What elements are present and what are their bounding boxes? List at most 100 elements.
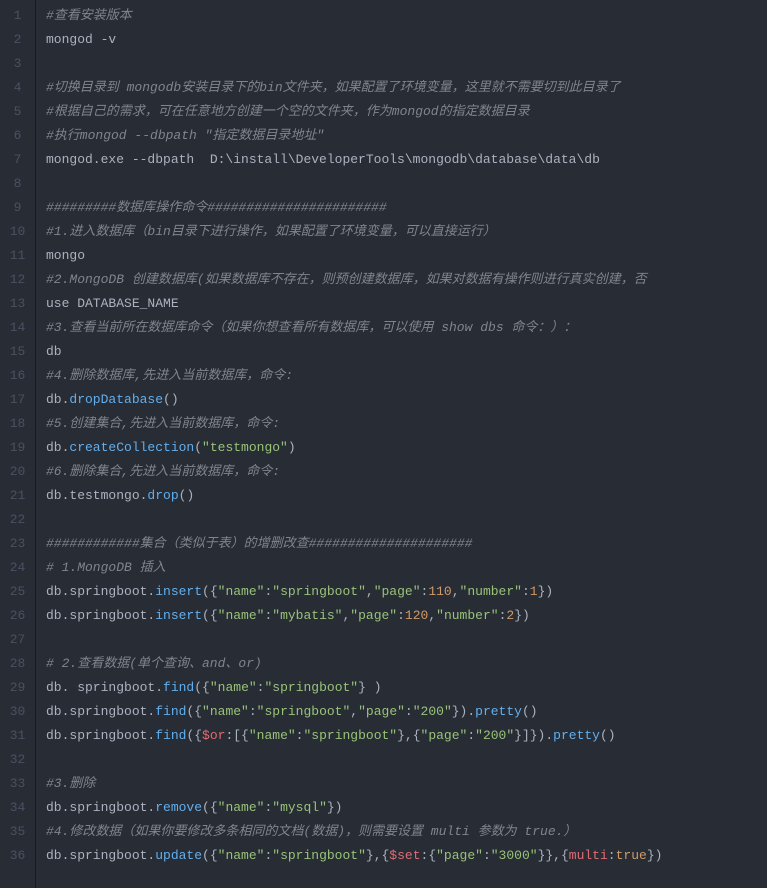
code-line[interactable] <box>46 52 767 76</box>
token-string: "200" <box>413 704 452 719</box>
token-func: dropDatabase <box>69 392 163 407</box>
token-comment: # 2.查看数据(单个查询、and、or) <box>46 656 262 671</box>
token-plain: () <box>163 392 179 407</box>
code-line[interactable]: mongo <box>46 244 767 268</box>
token-plain: : <box>522 584 530 599</box>
token-var: $set <box>389 848 420 863</box>
token-plain: ({ <box>202 608 218 623</box>
token-string: "page" <box>436 848 483 863</box>
code-line[interactable]: # 1.MongoDB 插入 <box>46 556 767 580</box>
token-string: "page" <box>421 728 468 743</box>
line-number: 3 <box>0 52 35 76</box>
code-line[interactable]: #6.删除集合,先进入当前数据库，命令: <box>46 460 767 484</box>
code-line[interactable]: #切换目录到 mongodb安装目录下的bin文件夹，如果配置了环境变量，这里就… <box>46 76 767 100</box>
token-plain: , <box>350 704 358 719</box>
token-string: "name" <box>249 728 296 743</box>
code-line[interactable]: use DATABASE_NAME <box>46 292 767 316</box>
token-func: remove <box>155 800 202 815</box>
line-number: 12 <box>0 268 35 292</box>
token-plain: }). <box>452 704 475 719</box>
token-string: "page" <box>350 608 397 623</box>
code-line[interactable]: db.springboot.remove({"name":"mysql"}) <box>46 796 767 820</box>
token-plain: mongo <box>46 248 85 263</box>
line-number: 31 <box>0 724 35 748</box>
line-number: 23 <box>0 532 35 556</box>
token-comment: #切换目录到 mongodb安装目录下的bin文件夹，如果配置了环境变量，这里就… <box>46 80 621 95</box>
token-plain: : <box>397 608 405 623</box>
line-number: 20 <box>0 460 35 484</box>
line-number: 35 <box>0 820 35 844</box>
token-comment: #########数据库操作命令####################### <box>46 200 387 215</box>
token-plain: :[{ <box>225 728 248 743</box>
token-string: "200" <box>475 728 514 743</box>
token-func: createCollection <box>69 440 194 455</box>
token-string: "name" <box>218 584 265 599</box>
token-plain: db.springboot. <box>46 728 155 743</box>
line-number: 27 <box>0 628 35 652</box>
token-comment: #查看安装版本 <box>46 8 132 23</box>
token-bool: true <box>616 848 647 863</box>
code-line[interactable]: #执行mongod --dbpath "指定数据目录地址" <box>46 124 767 148</box>
code-content[interactable]: #查看安装版本 mongod -v #切换目录到 mongodb安装目录下的bin文… <box>36 0 767 888</box>
token-plain: : <box>405 704 413 719</box>
code-line[interactable] <box>46 508 767 532</box>
code-line[interactable]: mongod.exe --dbpath D:\install\Developer… <box>46 148 767 172</box>
code-line[interactable]: #4.删除数据库,先进入当前数据库，命令: <box>46 364 767 388</box>
code-line[interactable] <box>46 748 767 772</box>
code-line[interactable]: #2.MongoDB 创建数据库(如果数据库不存在，则预创建数据库，如果对数据有… <box>46 268 767 292</box>
token-string: "springboot" <box>272 584 366 599</box>
line-number: 14 <box>0 316 35 340</box>
token-comment: #3.查看当前所在数据库命令（如果你想查看所有数据库，可以使用 show dbs… <box>46 320 576 335</box>
code-line[interactable]: #1.进入数据库（bin目录下进行操作，如果配置了环境变量，可以直接运行） <box>46 220 767 244</box>
token-plain: db <box>46 344 62 359</box>
token-string: "springboot" <box>303 728 397 743</box>
token-plain: db.springboot. <box>46 800 155 815</box>
token-comment: #4.删除数据库,先进入当前数据库，命令: <box>46 368 293 383</box>
code-editor[interactable]: 1234567891011121314151617181920212223242… <box>0 0 767 888</box>
code-line[interactable]: db <box>46 340 767 364</box>
line-number: 16 <box>0 364 35 388</box>
code-line[interactable]: db. springboot.find({"name":"springboot"… <box>46 676 767 700</box>
line-number: 34 <box>0 796 35 820</box>
token-string: "name" <box>210 680 257 695</box>
token-plain: }) <box>514 608 530 623</box>
code-line[interactable]: # 2.查看数据(单个查询、and、or) <box>46 652 767 676</box>
code-line[interactable]: mongod -v <box>46 28 767 52</box>
code-line[interactable]: db.createCollection("testmongo") <box>46 436 767 460</box>
code-line[interactable]: #########数据库操作命令####################### <box>46 196 767 220</box>
token-plain: : <box>249 704 257 719</box>
code-line[interactable]: db.springboot.insert({"name":"springboot… <box>46 580 767 604</box>
token-plain: use DATABASE_NAME <box>46 296 179 311</box>
code-line[interactable]: #3.查看当前所在数据库命令（如果你想查看所有数据库，可以使用 show dbs… <box>46 316 767 340</box>
line-number: 36 <box>0 844 35 868</box>
token-plain: : <box>483 848 491 863</box>
code-line[interactable]: db.dropDatabase() <box>46 388 767 412</box>
token-plain: db.springboot. <box>46 848 155 863</box>
token-plain: }) <box>647 848 663 863</box>
code-line[interactable]: ############集合（类似于表）的增删改查###############… <box>46 532 767 556</box>
code-line[interactable]: db.springboot.find({"name":"springboot",… <box>46 700 767 724</box>
token-string: "springboot" <box>272 848 366 863</box>
code-line[interactable]: db.testmongo.drop() <box>46 484 767 508</box>
line-number: 28 <box>0 652 35 676</box>
code-line[interactable]: db.springboot.update({"name":"springboot… <box>46 844 767 868</box>
code-line[interactable]: #5.创建集合,先进入当前数据库，命令: <box>46 412 767 436</box>
code-line[interactable]: db.springboot.find({$or:[{"name":"spring… <box>46 724 767 748</box>
token-string: "number" <box>460 584 522 599</box>
code-line[interactable]: #根据自己的需求，可在任意地方创建一个空的文件夹，作为mongod的指定数据目录 <box>46 100 767 124</box>
code-line[interactable]: #4.修改数据（如果你要修改多条相同的文档(数据)，则需要设置 multi 参数… <box>46 820 767 844</box>
token-comment: #2.MongoDB 创建数据库(如果数据库不存在，则预创建数据库，如果对数据有… <box>46 272 647 287</box>
code-line[interactable]: #查看安装版本 <box>46 4 767 28</box>
token-plain: ( <box>194 440 202 455</box>
token-comment: #5.创建集合,先进入当前数据库，命令: <box>46 416 280 431</box>
code-line[interactable] <box>46 628 767 652</box>
line-number: 4 <box>0 76 35 100</box>
token-plain: db.testmongo. <box>46 488 147 503</box>
token-func: pretty <box>475 704 522 719</box>
line-number: 6 <box>0 124 35 148</box>
token-plain: } ) <box>358 680 381 695</box>
code-line[interactable] <box>46 172 767 196</box>
code-line[interactable]: #3.删除 <box>46 772 767 796</box>
line-number: 25 <box>0 580 35 604</box>
code-line[interactable]: db.springboot.insert({"name":"mybatis","… <box>46 604 767 628</box>
